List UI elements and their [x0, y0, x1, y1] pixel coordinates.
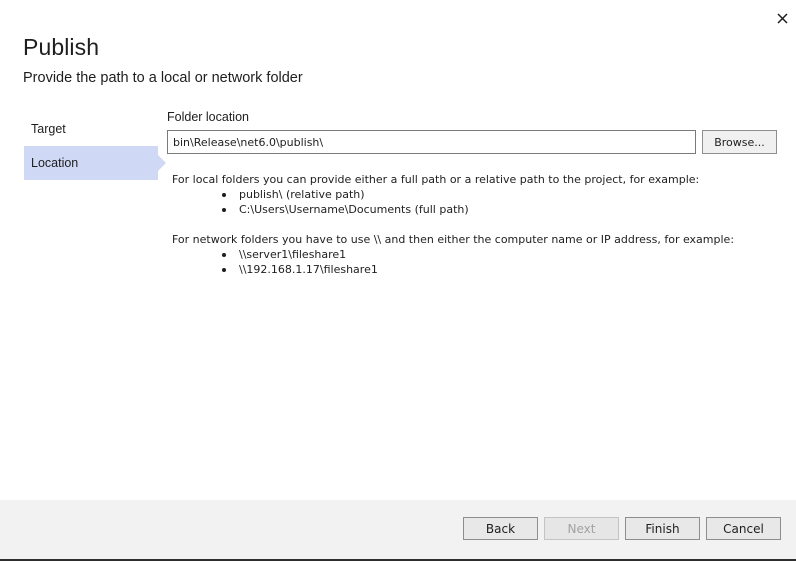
local-examples-list: publish\ (relative path) C:\Users\Userna…	[172, 187, 772, 217]
location-panel: Folder location Browse... For local fold…	[167, 110, 779, 276]
wizard-nav: Target Location	[24, 112, 166, 180]
back-button[interactable]: Back	[463, 517, 538, 540]
nav-item-label: Target	[31, 122, 66, 136]
finish-button[interactable]: Finish	[625, 517, 700, 540]
network-examples-list: \\server1\fileshare1 \\192.168.1.17\file…	[172, 247, 772, 277]
next-button[interactable]: Next	[544, 517, 619, 540]
page-title: Publish	[23, 34, 100, 60]
network-folder-help: For network folders you have to use \\ a…	[172, 232, 772, 277]
dialog-footer: Back Next Finish Cancel	[0, 500, 796, 561]
nav-item-location[interactable]: Location	[24, 146, 166, 180]
close-button[interactable]	[772, 8, 792, 28]
list-item: \\server1\fileshare1	[222, 247, 772, 262]
browse-button[interactable]: Browse...	[702, 130, 777, 154]
nav-item-label: Location	[31, 156, 79, 170]
local-folder-help: For local folders you can provide either…	[172, 172, 772, 217]
help-text: For local folders you can provide either…	[172, 172, 772, 292]
local-folder-intro: For local folders you can provide either…	[172, 173, 700, 186]
list-item: C:\Users\Username\Documents (full path)	[222, 202, 772, 217]
folder-location-input[interactable]	[167, 130, 696, 154]
close-icon	[776, 12, 788, 24]
list-item: publish\ (relative path)	[222, 187, 772, 202]
page-subtitle: Provide the path to a local or network f…	[23, 70, 303, 86]
network-folder-intro: For network folders you have to use \\ a…	[172, 233, 735, 246]
folder-location-row: Browse...	[167, 130, 779, 154]
list-item: \\192.168.1.17\fileshare1	[222, 262, 772, 277]
folder-location-label: Folder location	[167, 110, 249, 124]
nav-item-target[interactable]: Target	[24, 112, 158, 146]
cancel-button[interactable]: Cancel	[706, 517, 781, 540]
publish-dialog: Publish Provide the path to a local or n…	[0, 0, 796, 561]
